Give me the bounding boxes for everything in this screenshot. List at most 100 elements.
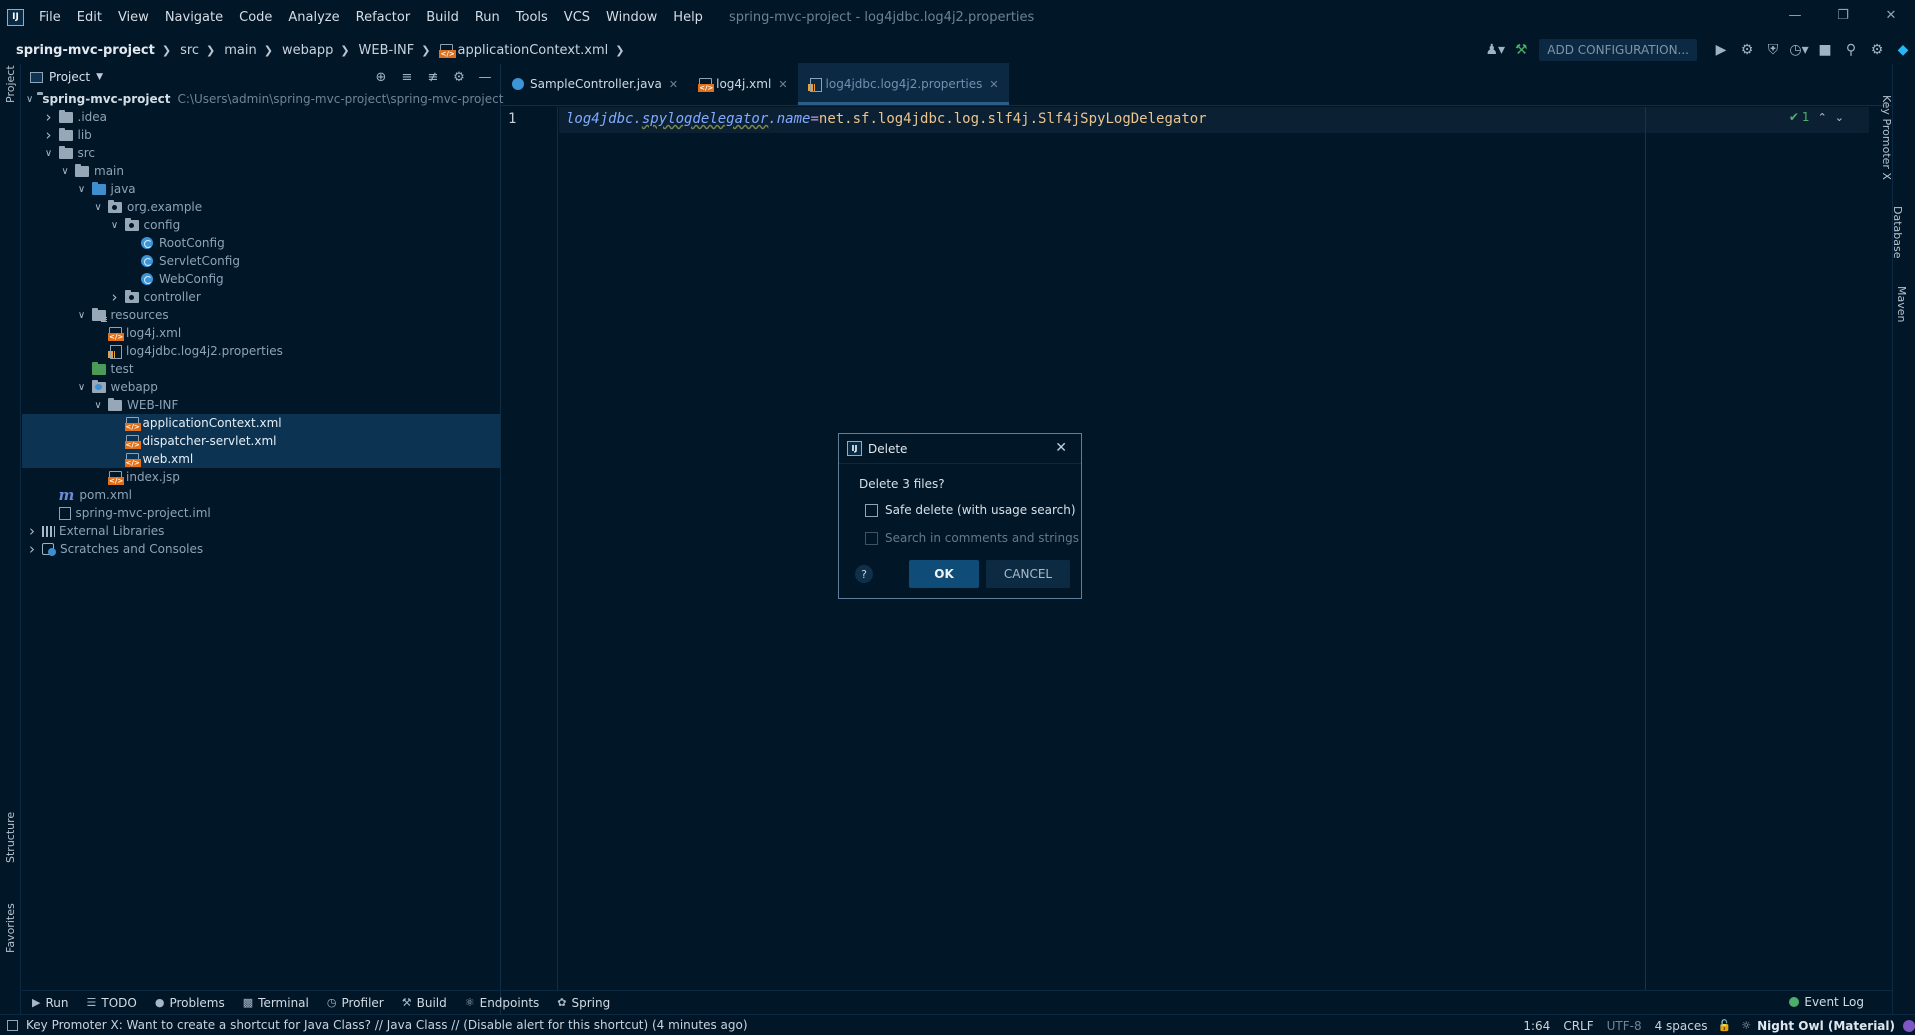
stop-icon[interactable]: ■ [1813, 38, 1837, 62]
hide-panel-icon[interactable]: — [474, 65, 496, 89]
run-icon[interactable]: ▶ [1709, 38, 1733, 62]
ok-button[interactable]: OK [909, 560, 979, 588]
tool-window-maven[interactable]: Maven [1893, 274, 1915, 334]
tree-item[interactable]: › .idea [22, 108, 500, 126]
settings-gear-icon[interactable]: ⚙ [1865, 38, 1889, 62]
tool-endpoints[interactable]: ⚛ Endpoints [465, 996, 540, 1010]
tree-item[interactable]: ServletConfig [22, 252, 500, 270]
menu-window[interactable]: Window [606, 10, 657, 25]
user-account-icon[interactable]: ♟▾ [1483, 38, 1507, 62]
tool-spring[interactable]: ✿ Spring [557, 996, 610, 1010]
event-log-button[interactable]: Event Log [1789, 995, 1864, 1009]
menu-edit[interactable]: Edit [77, 10, 102, 25]
lock-icon[interactable]: 🔓 [1718, 1019, 1732, 1032]
menu-build[interactable]: Build [426, 10, 459, 25]
tree-item[interactable]: dispatcher-servlet.xml [22, 432, 500, 450]
tool-todo[interactable]: ☰ TODO [86, 996, 136, 1010]
chevron-right-icon[interactable]: › [26, 522, 38, 540]
tree-item[interactable]: index.jsp [22, 468, 500, 486]
breadcrumb-item-main[interactable]: main [224, 43, 256, 58]
project-view-selector[interactable]: Project [49, 70, 90, 84]
tree-item[interactable]: ∨ spring-mvc-project C:\Users\admin\spring… [22, 90, 503, 108]
status-message[interactable]: Key Promoter X: Want to create a shortcu… [26, 1018, 748, 1032]
tree-item[interactable]: › Scratches and Consoles [22, 540, 500, 558]
chevron-down-icon[interactable]: ∨ [109, 220, 121, 231]
expand-all-icon[interactable]: ≡ [396, 65, 418, 89]
breadcrumb-item-src[interactable]: src [180, 43, 199, 58]
caret-position[interactable]: 1:64 [1523, 1019, 1550, 1033]
tool-window-database[interactable]: Database [1891, 192, 1915, 262]
tree-item[interactable]: web.xml [22, 450, 500, 468]
breadcrumb-item-file[interactable]: applicationContext.xml [457, 43, 608, 58]
tool-profiler[interactable]: ◷ Profiler [327, 996, 384, 1010]
tree-item[interactable]: log4jdbc.log4j2.properties [22, 342, 500, 360]
line-separator[interactable]: CRLF [1563, 1019, 1593, 1033]
menu-tools[interactable]: Tools [516, 10, 548, 25]
tree-item[interactable]: RootConfig [22, 234, 500, 252]
coverage-icon[interactable]: ⛨ [1761, 38, 1785, 62]
menu-file[interactable]: File [39, 10, 61, 25]
tab-log4jdbc-properties[interactable]: log4jdbc.log4j2.properties ✕ [797, 63, 1009, 105]
minimize-button[interactable]: — [1771, 0, 1819, 30]
tool-window-key-promoter[interactable]: Key Promoter X [1880, 72, 1915, 182]
tree-item[interactable]: ∨ WEB-INF [22, 396, 500, 414]
chevron-down-icon[interactable]: ∨ [76, 310, 88, 321]
build-hammer-icon[interactable]: ⚒ [1509, 38, 1533, 62]
tool-terminal[interactable]: ▩ Terminal [243, 996, 309, 1010]
add-configuration-button[interactable]: ADD CONFIGURATION... [1539, 39, 1697, 61]
theme-name[interactable]: Night Owl (Material) [1757, 1019, 1895, 1033]
chevron-up-icon[interactable]: ⌃ [1818, 111, 1827, 124]
tree-item[interactable]: ∨ webapp [22, 378, 500, 396]
collapse-all-icon[interactable]: ≢ [422, 65, 444, 89]
chevron-down-icon[interactable]: ▼ [96, 72, 103, 82]
menu-code[interactable]: Code [239, 10, 272, 25]
tree-item[interactable]: m pom.xml [22, 486, 500, 504]
menu-run[interactable]: Run [475, 10, 500, 25]
tree-item[interactable]: › External Libraries [22, 522, 500, 540]
tree-item[interactable]: › controller [22, 288, 500, 306]
tree-item[interactable]: WebConfig [22, 270, 500, 288]
restore-button[interactable]: ❐ [1819, 0, 1867, 30]
tab-log4j-xml[interactable]: log4j.xml ✕ [688, 63, 797, 105]
breadcrumb-item-web-inf[interactable]: WEB-INF [359, 43, 415, 58]
tree-item[interactable]: ∨ config [22, 216, 500, 234]
breadcrumb-item-project[interactable]: spring-mvc-project [16, 43, 155, 58]
tree-item[interactable]: › lib [22, 126, 500, 144]
close-window-button[interactable]: ✕ [1867, 0, 1915, 30]
close-icon[interactable]: ✕ [778, 78, 787, 91]
inspection-widget[interactable]: ✔ 1 ⌃ ⌄ [1789, 110, 1844, 124]
close-icon[interactable]: ✕ [1055, 440, 1067, 456]
chevron-down-icon[interactable]: ∨ [26, 94, 33, 105]
chevron-down-icon[interactable]: ∨ [43, 148, 55, 159]
search-icon[interactable]: ⚲ [1839, 38, 1863, 62]
chevron-down-icon[interactable]: ∨ [76, 382, 88, 393]
menu-view[interactable]: View [118, 10, 149, 25]
breadcrumb-item-webapp[interactable]: webapp [282, 43, 333, 58]
settings-gear-icon[interactable]: ⚙ [448, 65, 470, 89]
tree-item[interactable]: ∨ org.example [22, 198, 500, 216]
help-button[interactable]: ? [855, 565, 873, 583]
toolbox-icon[interactable]: ◆ [1891, 38, 1915, 62]
debug-icon[interactable]: ⚙ [1735, 38, 1759, 62]
profile-icon[interactable]: ◷▾ [1787, 38, 1811, 62]
chevron-right-icon[interactable]: › [109, 288, 121, 306]
code-editor[interactable]: 1 log4jdbc.spylogdelegator.name=net.sf.l… [502, 107, 1892, 990]
tool-build[interactable]: ⚒ Build [402, 996, 447, 1010]
chevron-down-icon[interactable]: ∨ [59, 166, 71, 177]
locate-file-icon[interactable]: ⊕ [370, 65, 392, 89]
chevron-right-icon[interactable]: › [43, 108, 55, 126]
file-encoding[interactable]: UTF-8 [1607, 1019, 1642, 1033]
menu-help[interactable]: Help [673, 10, 703, 25]
tree-item[interactable]: ∨ java [22, 180, 500, 198]
tree-item[interactable]: log4j.xml [22, 324, 500, 342]
tool-window-project[interactable]: Project [0, 65, 21, 114]
indent-setting[interactable]: 4 spaces [1655, 1019, 1708, 1033]
close-icon[interactable]: ✕ [669, 78, 678, 91]
tree-item[interactable]: applicationContext.xml [22, 414, 500, 432]
safe-delete-option[interactable]: Safe delete (with usage search) [865, 503, 1076, 517]
safe-delete-checkbox[interactable] [865, 503, 878, 517]
chevron-down-icon[interactable]: ⌄ [1835, 111, 1844, 124]
tool-problems[interactable]: ● Problems [155, 996, 225, 1010]
tree-item[interactable]: spring-mvc-project.iml [22, 504, 500, 522]
code-line-1[interactable]: log4jdbc.spylogdelegator.name=net.sf.log… [566, 111, 1207, 127]
